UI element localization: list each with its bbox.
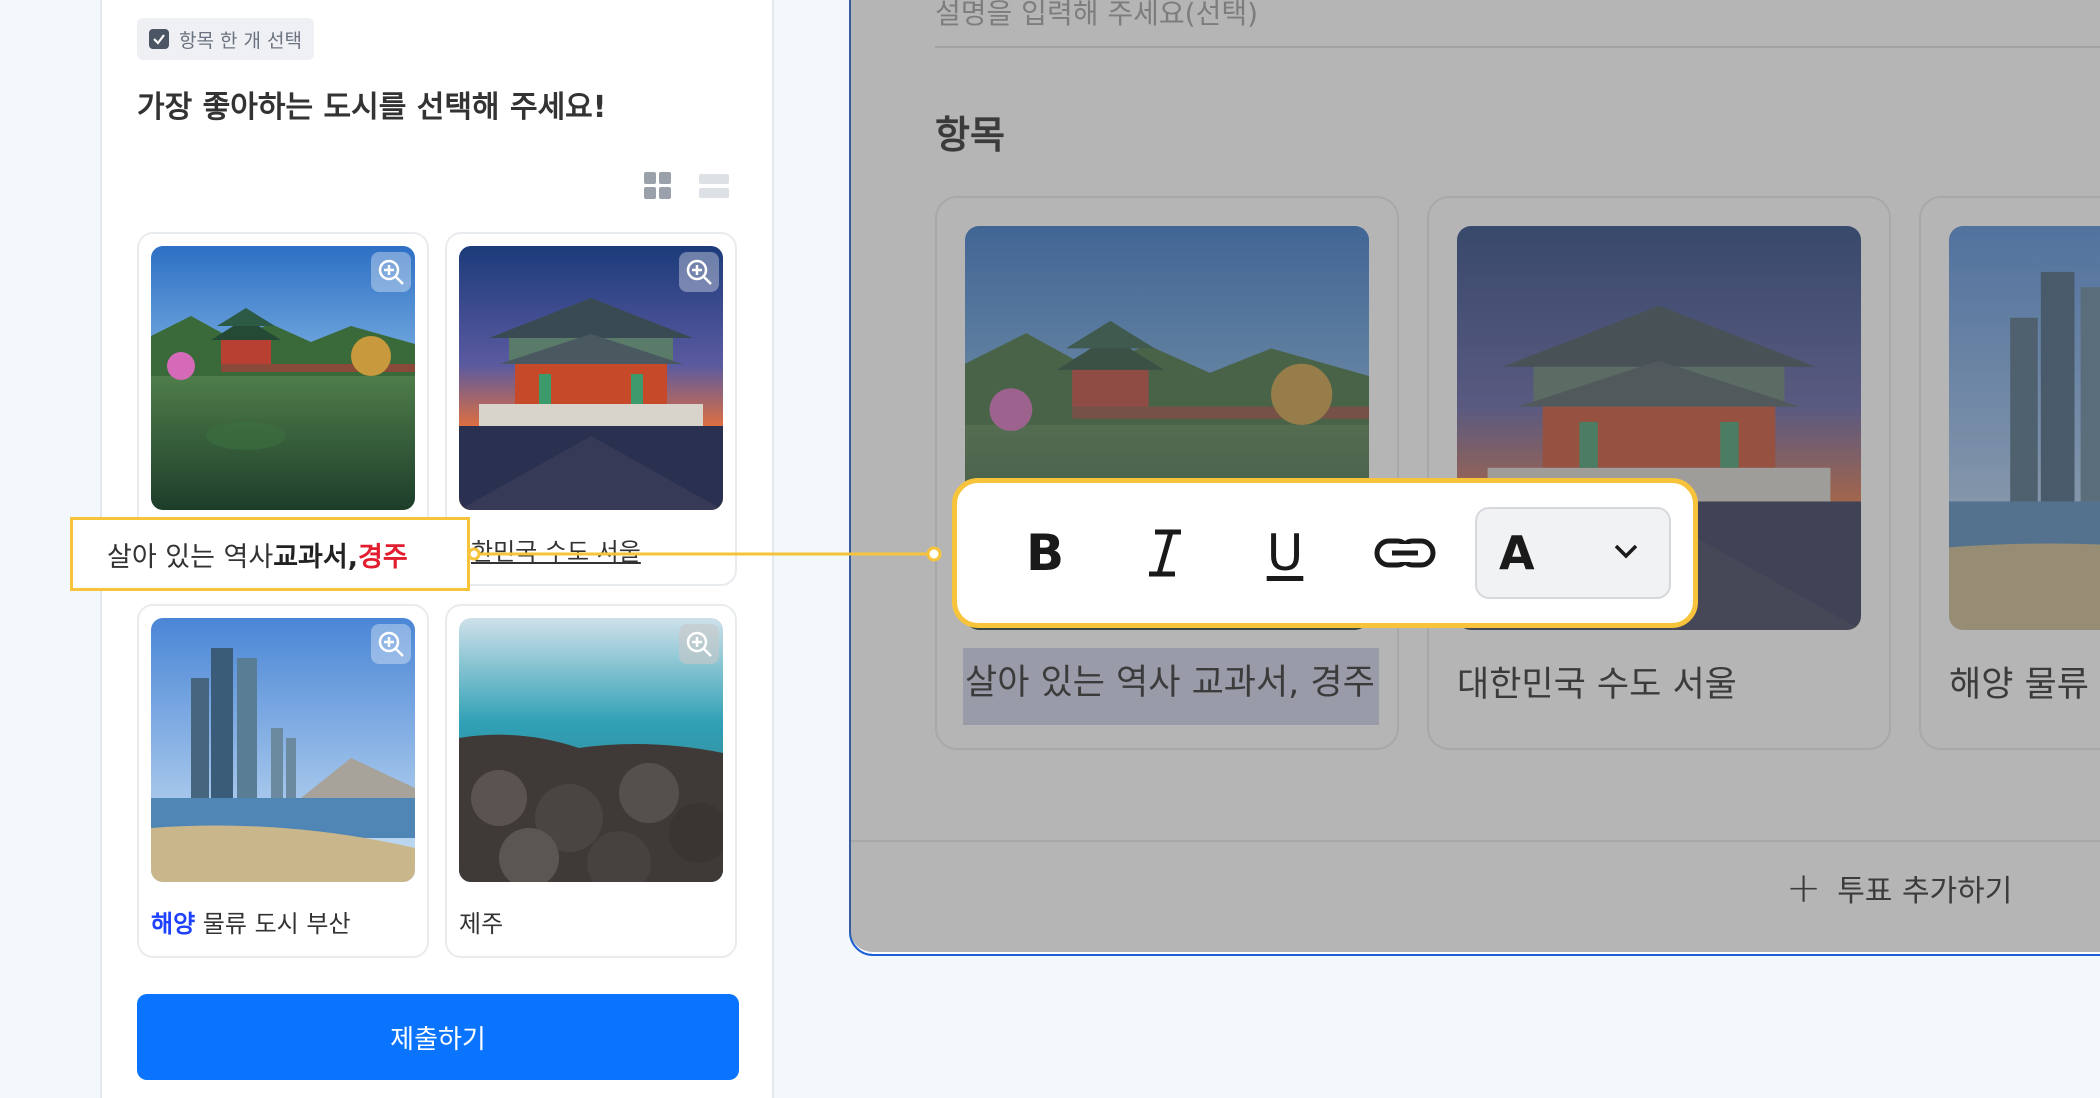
option-label: 한민국 수도 서울 — [471, 538, 641, 566]
add-vote-button[interactable]: + 투표 추가하기 — [1786, 866, 2012, 910]
item-label-input[interactable]: 대한민국 수도 서울 — [1457, 656, 1737, 707]
option-card-busan[interactable]: 해양 물류 도시 부산 — [137, 604, 429, 958]
items-section-title: 항목 — [935, 113, 1005, 157]
add-vote-label: 투표 추가하기 — [1837, 874, 2013, 909]
text-color-dropdown[interactable]: A — [1475, 507, 1671, 599]
divider — [851, 840, 2100, 842]
type-badge-label: 항목 한 개 선택 — [179, 29, 302, 52]
single-choice-badge: 항목 한 개 선택 — [137, 18, 314, 60]
bold-icon[interactable]: B — [985, 503, 1105, 603]
callout-text-normal: 살아 있는 역사 — [107, 541, 274, 573]
item-card-seoul[interactable]: 대한민국 수도 서울 — [1427, 196, 1891, 750]
question-title: 가장 좋아하는 도시를 선택해 주세요! — [137, 90, 607, 125]
text-color-icon: A — [1499, 526, 1535, 580]
callout-text-bold: 교과서, — [273, 541, 358, 573]
text-format-toolbar: B U A — [952, 478, 1698, 628]
option-card-seoul[interactable]: 한민국 수도 서울 — [445, 232, 737, 586]
zoom-in-icon[interactable] — [371, 252, 411, 292]
zoom-in-icon[interactable] — [679, 252, 719, 292]
item-card-gyeongju[interactable]: 살아 있는 역사 교과서, 경주 — [935, 196, 1399, 750]
option-label: 제주 — [459, 910, 504, 938]
option-label: 해양 물류 도시 부산 — [151, 904, 351, 939]
chevron-down-icon — [1613, 543, 1639, 563]
zoom-in-icon[interactable] — [371, 624, 411, 664]
underline-icon[interactable]: U — [1225, 503, 1345, 603]
description-input[interactable]: 설명을 입력해 주세요(선택) — [935, 0, 2100, 48]
plus-icon: + — [1786, 863, 1822, 912]
formatted-label-callout: 살아 있는 역사 교과서, 경주 — [70, 517, 470, 591]
view-toggle — [644, 172, 729, 199]
option-card-jeju[interactable]: 제주 — [445, 604, 737, 958]
item-card-busan[interactable]: 해양 물류 도 — [1919, 196, 2100, 750]
callout-text-red: 경주 — [358, 541, 408, 573]
checkbox-icon — [149, 29, 169, 49]
submit-button[interactable]: 제출하기 — [137, 994, 739, 1080]
item-label-input[interactable]: 해양 물류 도 — [1949, 656, 2100, 707]
item-image — [1949, 226, 2100, 630]
grid-view-icon[interactable] — [644, 172, 671, 199]
list-view-icon[interactable] — [699, 172, 729, 199]
item-label-input[interactable]: 살아 있는 역사 교과서, 경주 — [963, 648, 1379, 725]
zoom-in-icon[interactable] — [679, 624, 719, 664]
option-label-rest: 물류 도시 부산 — [195, 910, 351, 938]
option-label-highlight: 해양 — [151, 910, 196, 938]
italic-icon[interactable] — [1105, 503, 1225, 603]
link-icon[interactable] — [1345, 503, 1465, 603]
